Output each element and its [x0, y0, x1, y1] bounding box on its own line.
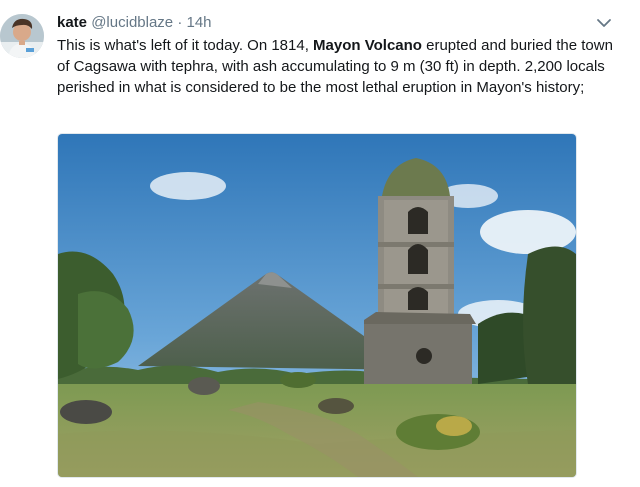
tweet-text-part1: This is what's left of it today. On 1814…	[57, 37, 314, 54]
tweet-header: kate @lucidblaze · 14h	[57, 13, 212, 32]
tweet-text-bold: Mayon Volcano	[313, 37, 422, 54]
tweet: kate @lucidblaze · 14h This is what's le…	[0, 0, 640, 487]
tweet-photo[interactable]	[57, 133, 577, 478]
tweet-text: This is what's left of it today. On 1814…	[57, 35, 617, 98]
display-name[interactable]: kate	[57, 14, 87, 31]
timestamp[interactable]: 14h	[186, 14, 211, 31]
avatar[interactable]	[0, 14, 44, 58]
separator-dot: ·	[177, 14, 183, 31]
chevron-down-icon[interactable]	[596, 16, 612, 28]
user-handle[interactable]: @lucidblaze	[91, 14, 173, 31]
